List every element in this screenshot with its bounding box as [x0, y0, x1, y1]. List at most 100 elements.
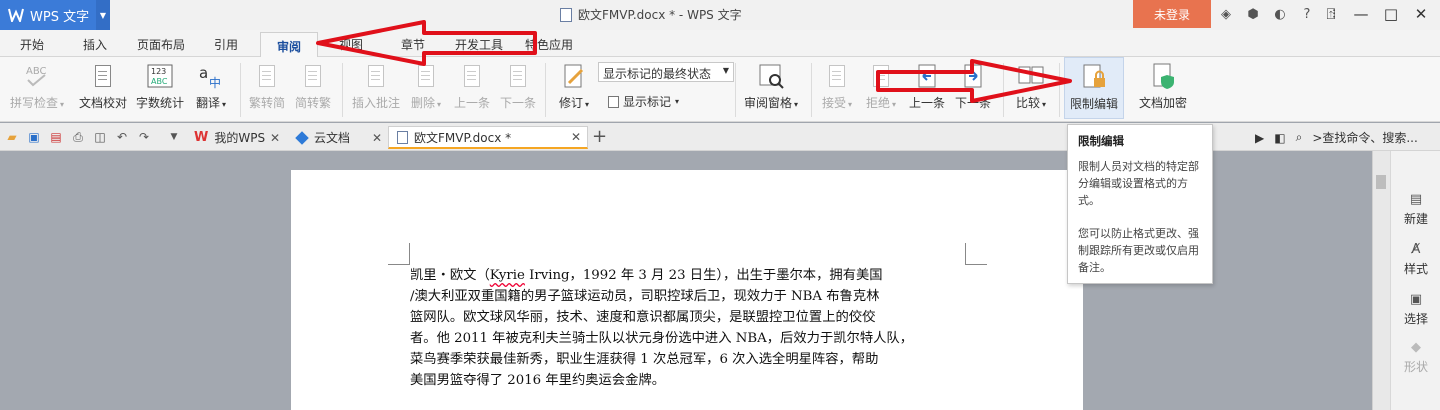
prev-change-button[interactable]: 上一条 [906, 57, 948, 119]
chevron-down-icon[interactable]: ▼ [96, 0, 110, 30]
svg-text:123: 123 [151, 67, 166, 76]
skin-icon[interactable]: ◈ [1216, 5, 1236, 23]
login-button[interactable]: 未登录 [1133, 0, 1211, 28]
document-page[interactable]: 凯里・欧文（Kyrie Irving，1992 年 3 月 23 日生），出生于… [291, 170, 1083, 410]
command-search-input[interactable]: >查找命令、搜索... [1312, 129, 1418, 146]
spell-check-button[interactable]: ABC 拼写检查 ▾ [8, 57, 66, 119]
help-icon[interactable]: ? [1297, 5, 1317, 23]
print-preview-icon[interactable]: ◫ [92, 129, 108, 145]
tab-cloud-docs[interactable]: 云文档 ✕ [288, 126, 388, 149]
insert-comment-icon [362, 62, 390, 90]
separator [1059, 63, 1060, 117]
crop-mark [965, 243, 987, 265]
undo-icon[interactable]: ↶ [114, 129, 130, 145]
close-icon[interactable]: ✕ [270, 131, 280, 145]
svg-text:ABC: ABC [151, 77, 168, 86]
accept-button[interactable]: 接受 ▾ [818, 57, 856, 119]
chevron-down-icon: ▼ [722, 66, 729, 75]
proofread-icon [89, 62, 117, 90]
translate-button[interactable]: a中 翻译 ▾ [192, 57, 230, 119]
prev-comment-button[interactable]: 上一条 [452, 57, 492, 119]
close-icon[interactable]: ✕ [571, 130, 581, 144]
tab-home[interactable]: 开始 [20, 36, 44, 53]
ribbon-tabs: 开始 插入 页面布局 引用 审阅 视图 章节 开发工具 特色应用 [0, 30, 1440, 58]
restrict-editing-tooltip: 限制编辑 限制人员对文档的特定部分编辑或设置格式的方式。 您可以防止格式更改、强… [1067, 124, 1213, 284]
cube-icon[interactable]: ⬢ [1243, 5, 1263, 23]
new-doc-icon: ▤ [1409, 191, 1423, 207]
compare-button[interactable]: 比较 ▾ [1010, 57, 1052, 119]
title-bar: WPS 文字 ▼ 欧文FMVP.docx * - WPS 文字 未登录 ◈ ⬢ … [0, 0, 1440, 30]
tab-insert[interactable]: 插入 [83, 36, 107, 53]
cloud-docs-icon [295, 130, 309, 145]
tooltip-text: 您可以防止格式更改、强制跟踪所有更改或仅启用备注。 [1078, 227, 1199, 274]
restore-ribbon-icon[interactable]: ⍐ [1320, 3, 1342, 25]
scroll-thumb[interactable] [1376, 175, 1386, 189]
review-pane-button[interactable]: 审阅窗格 ▾ [740, 57, 802, 119]
export-pdf-icon[interactable]: ▤ [48, 129, 64, 145]
tab-current-document[interactable]: 欧文FMVP.docx * ✕ [388, 126, 588, 149]
minimize-icon[interactable]: — [1350, 3, 1372, 25]
markup-mode-select[interactable]: 显示标记的最终状态 ▼ [598, 62, 734, 82]
side-style-button[interactable]: A̸ 样式 [1391, 241, 1440, 277]
shield-icon [1149, 62, 1177, 90]
word-count-button[interactable]: 123 ABC 字数统计 [134, 57, 186, 119]
separator [1003, 63, 1004, 117]
delete-comment-icon [412, 62, 440, 90]
right-side-panel: ▤ 新建 A̸ 样式 ▣ 选择 ◆ 形状 [1390, 151, 1440, 410]
open-folder-icon[interactable]: ▰ [4, 129, 20, 145]
close-icon[interactable]: ✕ [1410, 3, 1432, 25]
print-icon[interactable]: ⎙ [70, 129, 86, 145]
window-title: 欧文FMVP.docx * - WPS 文字 [560, 6, 742, 23]
chevron-down-icon[interactable]: ▼ [166, 129, 182, 145]
save-icon[interactable]: ▣ [26, 129, 42, 145]
document-body[interactable]: 凯里・欧文（Kyrie Irving，1992 年 3 月 23 日生），出生于… [410, 265, 970, 391]
tab-chapter[interactable]: 章节 [401, 36, 425, 53]
close-icon[interactable]: ✕ [372, 131, 382, 145]
tab-special-apps[interactable]: 特色应用 [525, 36, 573, 53]
app-menu-button[interactable]: WPS 文字 ▼ [0, 0, 110, 30]
share-icon[interactable]: ◐ [1270, 5, 1290, 23]
word-count-icon: 123 ABC [146, 62, 174, 90]
separator [342, 63, 343, 117]
svg-text:a: a [199, 64, 208, 82]
trad-to-simp-button[interactable]: 繁转简 [246, 57, 288, 119]
proofread-button[interactable]: 文档校对 [76, 57, 130, 119]
show-markup-button[interactable]: 显示标记 ▾ [608, 93, 679, 110]
insert-comment-button[interactable]: 插入批注 [350, 57, 402, 119]
next-change-button[interactable]: 下一条 [952, 57, 994, 119]
next-comment-button[interactable]: 下一条 [498, 57, 538, 119]
next-change-icon [959, 62, 987, 90]
screen-record-icon[interactable]: ▶ [1255, 131, 1264, 145]
document-icon [397, 130, 408, 144]
translate-icon: a中 [197, 62, 225, 90]
track-changes-button[interactable]: 修订 ▾ [554, 57, 594, 119]
tab-review[interactable]: 审阅 [260, 32, 319, 58]
redo-icon[interactable]: ↷ [136, 129, 152, 145]
delete-comment-button[interactable]: 删除 ▾ [406, 57, 446, 119]
tab-page-layout[interactable]: 页面布局 [137, 36, 185, 53]
prev-change-icon [913, 62, 941, 90]
simp-to-trad-button[interactable]: 简转繁 [292, 57, 334, 119]
tooltip-title: 限制编辑 [1078, 134, 1124, 148]
vertical-scrollbar[interactable] [1372, 151, 1390, 410]
tab-view[interactable]: 视图 [339, 36, 363, 53]
paint-icon[interactable]: ◧ [1274, 131, 1285, 145]
encrypt-document-button[interactable]: 文档加密 [1134, 57, 1192, 119]
search-icon: ⌕ [1295, 130, 1303, 144]
show-markup-icon [608, 95, 619, 108]
maximize-icon[interactable]: □ [1380, 3, 1402, 25]
tab-references[interactable]: 引用 [214, 36, 238, 53]
side-shape-button[interactable]: ◆ 形状 [1391, 339, 1440, 375]
side-new-button[interactable]: ▤ 新建 [1391, 191, 1440, 227]
restrict-editing-button[interactable]: 限制编辑 [1064, 57, 1124, 119]
side-select-button[interactable]: ▣ 选择 [1391, 291, 1440, 327]
lock-icon [1080, 63, 1108, 91]
separator [545, 63, 546, 117]
reject-button[interactable]: 拒绝 ▾ [862, 57, 900, 119]
compare-icon [1017, 62, 1045, 90]
new-tab-button[interactable]: + [592, 126, 607, 147]
tab-developer[interactable]: 开发工具 [455, 36, 503, 53]
tab-my-wps[interactable]: W 我的WPS ✕ [186, 126, 286, 149]
wps-logo-icon [8, 7, 24, 23]
separator [735, 63, 736, 117]
